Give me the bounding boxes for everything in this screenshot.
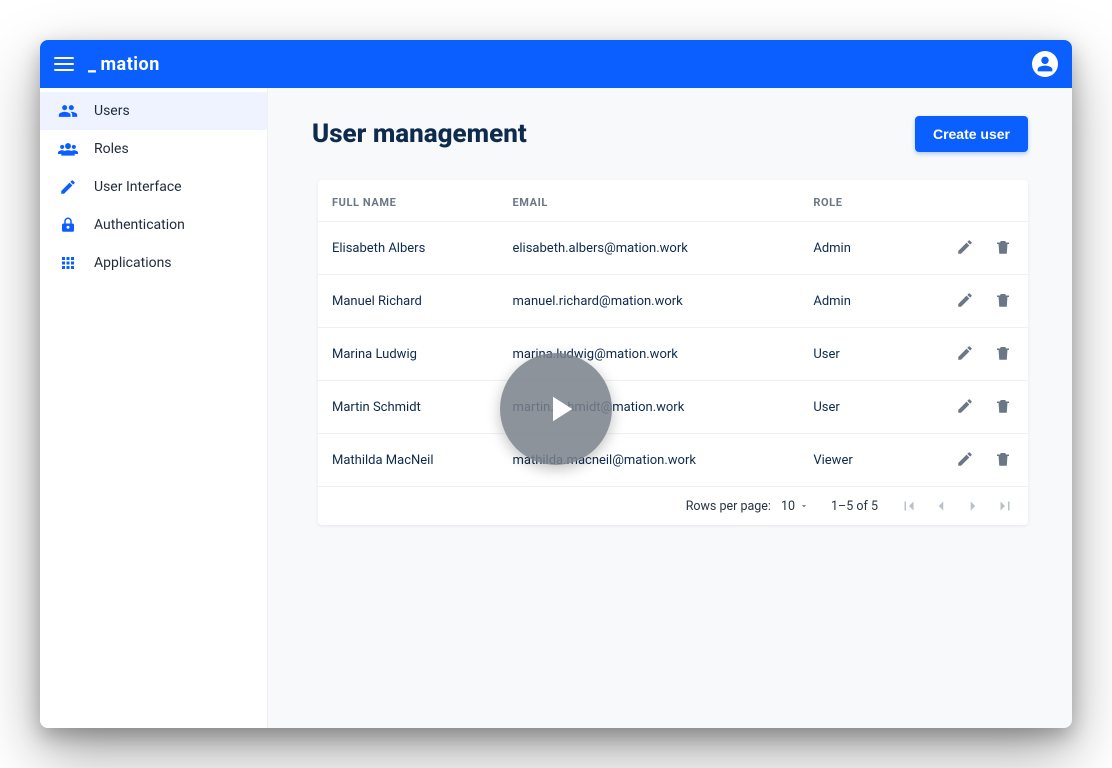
groups-icon: [58, 139, 78, 159]
sidebar-item-roles[interactable]: Roles: [40, 130, 267, 168]
delete-icon[interactable]: [994, 397, 1014, 417]
edit-icon[interactable]: [956, 397, 976, 417]
app-bar: _mation: [40, 40, 1072, 88]
sidebar-item-user-interface[interactable]: User Interface: [40, 168, 267, 206]
column-header-role[interactable]: ROLE: [799, 180, 919, 222]
cell-role: Viewer: [799, 434, 919, 487]
edit-icon[interactable]: [956, 238, 976, 258]
cell-email: elisabeth.albers@mation.work: [499, 222, 800, 275]
users-table-card: FULL NAME EMAIL ROLE Elisabeth Alberseli…: [318, 180, 1028, 525]
edit-icon[interactable]: [956, 344, 976, 364]
table-footer: Rows per page: 10 1–5 of 5: [318, 487, 1028, 525]
lock-icon: [58, 215, 78, 235]
chevron-down-icon: [799, 501, 809, 511]
cell-role: Admin: [799, 222, 919, 275]
sidebar: Users Roles User Interface Authenticatio…: [40, 88, 268, 728]
cell-name: Mathilda MacNeil: [318, 434, 499, 487]
brand-name: mation: [100, 54, 159, 75]
table-row: Elisabeth Alberselisabeth.albers@mation.…: [318, 222, 1028, 275]
play-icon: [539, 388, 581, 430]
sidebar-item-users[interactable]: Users: [40, 92, 267, 130]
apps-icon: [58, 253, 78, 273]
sidebar-item-label: Roles: [94, 141, 129, 157]
account-icon[interactable]: [1032, 51, 1058, 77]
column-header-email[interactable]: EMAIL: [499, 180, 800, 222]
delete-icon[interactable]: [994, 291, 1014, 311]
play-button[interactable]: [500, 353, 612, 465]
column-header-name[interactable]: FULL NAME: [318, 180, 499, 222]
delete-icon[interactable]: [994, 450, 1014, 470]
pencil-icon: [58, 177, 78, 197]
sidebar-item-label: Users: [94, 103, 130, 119]
table-row: Martin Schmidtmartin.schmidt@mation.work…: [318, 381, 1028, 434]
main-content: User management Create user FULL NAME EM…: [268, 88, 1072, 728]
rows-per-page-select[interactable]: 10: [781, 499, 809, 514]
table-row: Mathilda MacNeilmathilda.macneil@mation.…: [318, 434, 1028, 487]
rows-per-page-label: Rows per page:: [686, 499, 771, 514]
pagination-range: 1–5 of 5: [831, 499, 878, 514]
next-page-button[interactable]: [964, 497, 982, 515]
brand-prefix: _: [88, 54, 96, 75]
delete-icon[interactable]: [994, 238, 1014, 258]
sidebar-item-applications[interactable]: Applications: [40, 244, 267, 282]
delete-icon[interactable]: [994, 344, 1014, 364]
cell-role: Admin: [799, 275, 919, 328]
menu-icon[interactable]: [54, 57, 74, 71]
table-row: Marina Ludwigmarina.ludwig@mation.workUs…: [318, 328, 1028, 381]
cell-role: User: [799, 328, 919, 381]
create-user-button[interactable]: Create user: [915, 116, 1028, 152]
sidebar-item-label: User Interface: [94, 179, 182, 195]
brand-logo[interactable]: _mation: [88, 54, 160, 75]
rows-per-page-value: 10: [781, 499, 795, 514]
sidebar-item-authentication[interactable]: Authentication: [40, 206, 267, 244]
cell-email: manuel.richard@mation.work: [499, 275, 800, 328]
sidebar-item-label: Authentication: [94, 217, 185, 233]
cell-name: Martin Schmidt: [318, 381, 499, 434]
sidebar-item-label: Applications: [94, 255, 172, 271]
page-title: User management: [312, 119, 527, 149]
edit-icon[interactable]: [956, 450, 976, 470]
cell-name: Manuel Richard: [318, 275, 499, 328]
edit-icon[interactable]: [956, 291, 976, 311]
people-icon: [58, 101, 78, 121]
table-row: Manuel Richardmanuel.richard@mation.work…: [318, 275, 1028, 328]
cell-role: User: [799, 381, 919, 434]
cell-name: Marina Ludwig: [318, 328, 499, 381]
first-page-button[interactable]: [900, 497, 918, 515]
prev-page-button[interactable]: [932, 497, 950, 515]
cell-name: Elisabeth Albers: [318, 222, 499, 275]
last-page-button[interactable]: [996, 497, 1014, 515]
